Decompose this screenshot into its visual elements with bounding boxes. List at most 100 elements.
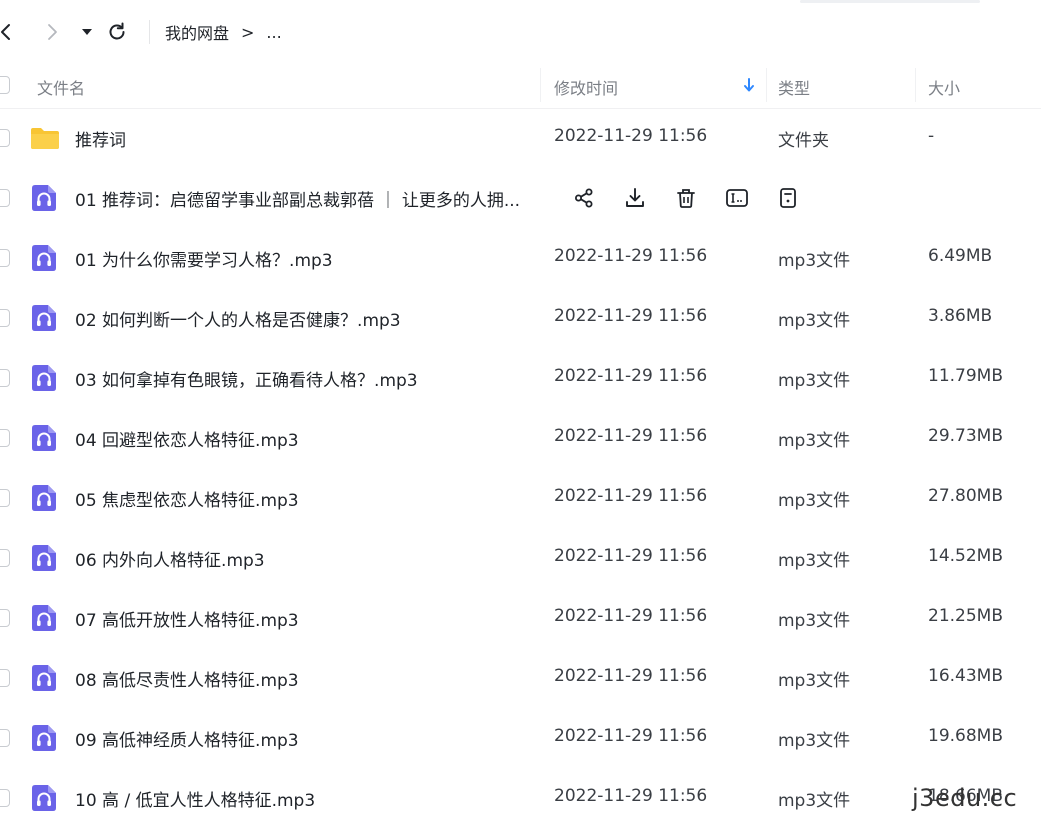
row-checkbox[interactable] [0,669,10,687]
file-name[interactable]: 02 如何判断一个人的人格是否健康？.mp3 [75,306,401,331]
row-checkbox[interactable] [0,189,10,207]
breadcrumb-root[interactable]: 我的网盘 [165,20,229,44]
file-name[interactable]: 05 焦虑型依恋人格特征.mp3 [75,486,299,511]
file-name[interactable]: 06 内外向人格特征.mp3 [75,546,265,571]
file-row[interactable]: 01 推荐词：启德留学事业部副总裁郭蓓 ｜ 让更多的人拥... [0,168,1041,228]
chevron-right-icon [48,24,57,40]
refresh-icon [109,22,125,40]
file-modified-time: 2022-11-29 11:56 [554,666,708,686]
row-checkbox[interactable] [0,729,10,747]
file-manager-window: 我的网盘 > ... 文件名 修改时间 类型 大小 推荐词 2022-11-29 … [0,0,1041,829]
breadcrumb-separator: > [241,22,255,42]
row-checkbox[interactable] [0,789,10,807]
file-row[interactable]: 05 焦虑型依恋人格特征.mp3 2022-11-29 11:56 mp3文件 27.… [0,468,1041,528]
chevron-left-icon [1,24,10,40]
audio-file-icon [31,544,57,572]
column-header-modified[interactable]: 修改时间 [554,75,618,99]
file-name[interactable]: 01 推荐词：启德留学事业部副总裁郭蓓 ｜ 让更多的人拥... [75,186,520,211]
file-size: - [928,126,935,146]
file-type: mp3文件 [778,731,851,751]
file-name[interactable]: 09 高低神经质人格特征.mp3 [75,726,299,751]
file-modified-time: 2022-11-29 11:56 [554,606,708,626]
folder-row[interactable]: 推荐词 2022-11-29 11:56 文件夹 - [0,108,1041,168]
audio-file-icon [31,304,57,332]
audio-file-icon [31,724,57,752]
rename-icon[interactable] [723,184,751,212]
column-header-name[interactable]: 文件名 [37,75,85,99]
file-type: mp3文件 [778,551,851,571]
audio-file-icon [31,184,57,212]
file-type: mp3文件 [778,491,851,511]
column-divider[interactable] [766,68,767,102]
row-checkbox[interactable] [0,429,10,447]
file-size: 27.80MB [928,486,1003,506]
file-size: 11.79MB [928,366,1003,386]
row-checkbox[interactable] [0,609,10,627]
file-row[interactable]: 06 内外向人格特征.mp3 2022-11-29 11:56 mp3文件 14.52… [0,528,1041,588]
file-name[interactable]: 推荐词 [75,126,126,151]
share-icon[interactable] [570,184,598,212]
back-button[interactable] [0,20,18,44]
file-size: 16.43MB [928,666,1003,686]
file-name[interactable]: 03 如何拿掉有色眼镜，正确看待人格？.mp3 [75,366,418,391]
sort-descending-icon[interactable] [742,77,756,97]
file-size: 3.86MB [928,306,993,326]
file-row[interactable]: 07 高低开放性人格特征.mp3 2022-11-29 11:56 mp3文件 21.… [0,588,1041,648]
file-type: mp3文件 [778,791,851,811]
file-type: 文件夹 [778,131,829,151]
breadcrumb-more[interactable]: ... [266,23,281,42]
column-divider[interactable] [915,68,916,102]
row-checkbox[interactable] [0,549,10,567]
file-modified-time: 2022-11-29 11:56 [554,486,708,506]
row-checkbox[interactable] [0,249,10,267]
audio-file-icon [31,484,57,512]
refresh-button[interactable] [105,20,129,44]
file-name[interactable]: 07 高低开放性人格特征.mp3 [75,606,299,631]
column-header-type[interactable]: 类型 [778,75,810,99]
file-row[interactable]: 02 如何判断一个人的人格是否健康？.mp3 2022-11-29 11:56 mp… [0,288,1041,348]
file-row[interactable]: 08 高低尽责性人格特征.mp3 2022-11-29 11:56 mp3文件 16.… [0,648,1041,708]
file-type: mp3文件 [778,311,851,331]
audio-file-icon [31,784,57,812]
watermark-text: j3edu.cc [912,784,1018,812]
row-checkbox[interactable] [0,369,10,387]
file-row[interactable]: 09 高低神经质人格特征.mp3 2022-11-29 11:56 mp3文件 19.… [0,708,1041,768]
audio-file-icon [31,364,57,392]
file-modified-time: 2022-11-29 11:56 [554,126,708,146]
file-modified-time: 2022-11-29 11:56 [554,786,708,806]
history-dropdown-button[interactable] [75,20,99,44]
select-all-checkbox[interactable] [0,76,10,94]
file-name[interactable]: 08 高低尽责性人格特征.mp3 [75,666,299,691]
file-row[interactable]: 10 高 / 低宜人性人格特征.mp3 2022-11-29 11:56 mp3文件… [0,768,1041,828]
toolbar-divider [149,20,150,44]
file-name[interactable]: 10 高 / 低宜人性人格特征.mp3 [75,786,315,811]
file-row[interactable]: 03 如何拿掉有色眼镜，正确看待人格？.mp3 2022-11-29 11:56 m… [0,348,1041,408]
breadcrumb: 我的网盘 > ... [165,20,282,44]
audio-file-icon [31,604,57,632]
download-icon[interactable] [621,184,649,212]
folder-icon [30,126,59,154]
file-type: mp3文件 [778,671,851,691]
forward-button[interactable] [40,20,64,44]
file-type: mp3文件 [778,251,851,271]
file-modified-time: 2022-11-29 11:56 [554,726,708,746]
audio-file-icon [31,244,57,272]
column-divider[interactable] [540,68,541,102]
delete-icon[interactable] [672,184,700,212]
file-row[interactable]: 01 为什么你需要学习人格？.mp3 2022-11-29 11:56 mp3文件 6… [0,228,1041,288]
file-size: 14.52MB [928,546,1003,566]
caret-down-icon [82,29,92,35]
file-size: 29.73MB [928,426,1003,446]
file-modified-time: 2022-11-29 11:56 [554,426,708,446]
file-modified-time: 2022-11-29 11:56 [554,546,708,566]
file-name[interactable]: 04 回避型依恋人格特征.mp3 [75,426,299,451]
audio-file-icon [31,664,57,692]
row-checkbox[interactable] [0,309,10,327]
file-row[interactable]: 04 回避型依恋人格特征.mp3 2022-11-29 11:56 mp3文件 29.… [0,408,1041,468]
more-icon[interactable] [774,184,802,212]
row-checkbox[interactable] [0,129,10,147]
column-header-size[interactable]: 大小 [928,75,960,99]
row-checkbox[interactable] [0,489,10,507]
file-list-header: 文件名 修改时间 类型 大小 [0,62,1041,109]
file-name[interactable]: 01 为什么你需要学习人格？.mp3 [75,246,333,271]
